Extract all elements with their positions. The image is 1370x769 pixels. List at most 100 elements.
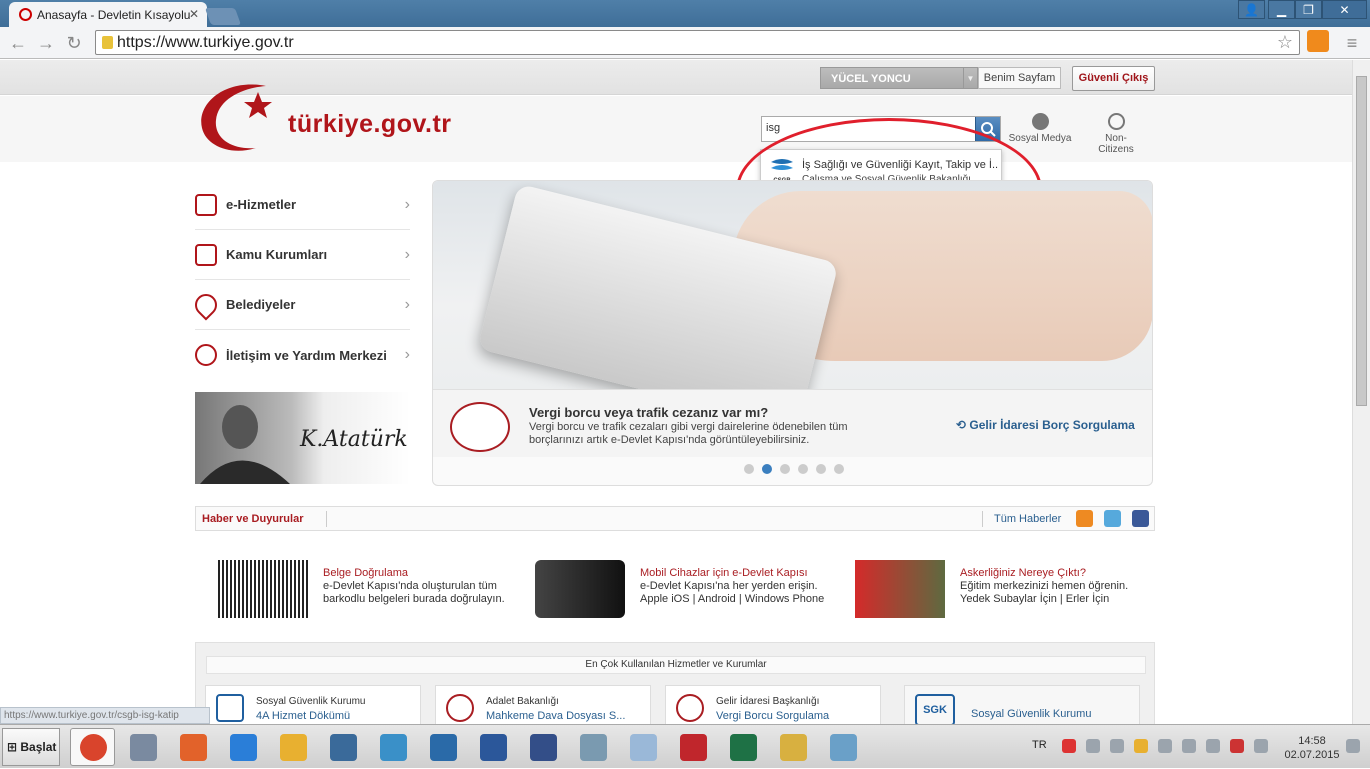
ie-icon — [230, 734, 257, 761]
taskbar-app[interactable] — [70, 728, 115, 766]
cloud-icon[interactable] — [1086, 739, 1100, 753]
tab-close-icon[interactable]: ✕ — [189, 7, 199, 21]
slider-dot[interactable] — [815, 464, 826, 474]
security-icon[interactable] — [1230, 739, 1244, 753]
calculator-icon — [580, 734, 607, 761]
my-page-button[interactable]: Benim Sayfam — [978, 67, 1061, 89]
taskbar-app[interactable] — [770, 728, 815, 766]
slider-dot[interactable] — [833, 464, 844, 474]
ataturk-portrait — [200, 405, 290, 484]
promo-title[interactable]: Belge Doğrulama — [323, 567, 408, 579]
volume-icon[interactable] — [1254, 739, 1268, 753]
user-icon[interactable]: 👤 — [1238, 0, 1265, 19]
close-window-icon[interactable]: ✕ — [1322, 0, 1367, 19]
service-link[interactable]: Vergi Borcu Sorgulama — [716, 710, 829, 722]
main-slider[interactable]: Vergi borcu veya trafik cezanız var mı? … — [432, 180, 1153, 486]
logout-button[interactable]: Güvenli Çıkış — [1072, 66, 1155, 91]
slider-dot[interactable] — [743, 464, 754, 474]
new-tab-button[interactable] — [204, 8, 242, 25]
taskbar-app[interactable] — [620, 728, 665, 766]
taskbar-app[interactable] — [720, 728, 765, 766]
promo-line: Yedek Subaylar İçin | Erler İçin — [960, 593, 1110, 605]
taskbar-app[interactable] — [370, 728, 415, 766]
taskbar-app[interactable] — [820, 728, 865, 766]
language-indicator[interactable]: TR — [1032, 739, 1047, 751]
tools-icon[interactable] — [1182, 739, 1196, 753]
service-card[interactable]: Adalet Bakanlığı Mahkeme Dava Dosyası S.… — [435, 685, 651, 724]
search-value: isg — [766, 122, 781, 134]
taskbar-app[interactable] — [170, 728, 215, 766]
network-share-icon[interactable] — [1110, 739, 1124, 753]
promo-mobil[interactable]: Mobil Cihazlar için e-Devlet Kapısı e-De… — [535, 560, 855, 620]
chrome-tray-icon[interactable] — [1062, 739, 1076, 753]
nav-iletisim[interactable]: İletişim ve Yardım Merkezi › — [195, 330, 410, 380]
promo-askerlik[interactable]: Askerliğiniz Nereye Çıktı? Eğitim merkez… — [855, 560, 1175, 620]
slider-dot[interactable] — [761, 464, 772, 474]
top-services: En Çok Kullanılan Hizmetler ve Kurumlar … — [195, 642, 1155, 724]
rss-icon[interactable] — [1076, 510, 1093, 527]
taskbar-app[interactable] — [570, 728, 615, 766]
nav-label: İletişim ve Yardım Merkezi — [226, 347, 387, 363]
nav-kamu-kurumlari[interactable]: Kamu Kurumları › — [195, 230, 410, 280]
outlook-tray-icon[interactable] — [1134, 739, 1148, 753]
service-card[interactable]: Sosyal Güvenlik Kurumu 4A Hizmet Dökümü — [205, 685, 421, 724]
taskbar-app[interactable] — [270, 728, 315, 766]
service-org: Adalet Bakanlığı — [486, 696, 559, 707]
promo-line: Eğitim merkezinizi hemen öğrenin. — [960, 580, 1129, 592]
notification-icon[interactable] — [1346, 739, 1360, 753]
social-media-link[interactable]: Sosyal Medya — [1008, 113, 1072, 144]
slider-dot[interactable] — [797, 464, 808, 474]
facebook-icon[interactable] — [1132, 510, 1149, 527]
bookmark-star-icon[interactable]: ☆ — [1277, 32, 1293, 53]
scrollbar-thumb[interactable] — [1356, 76, 1367, 406]
slider-dot[interactable] — [779, 464, 790, 474]
featured-org-card[interactable]: SGK Sosyal Güvenlik Kurumu — [904, 685, 1140, 724]
windows-taskbar: ⊞ Başlat TR 14:58 02.07.2015 — [0, 724, 1370, 768]
promo-title[interactable]: Askerliğiniz Nereye Çıktı? — [960, 567, 1086, 579]
address-bar[interactable]: https://www.turkiye.gov.tr ☆ — [95, 30, 1300, 55]
start-button[interactable]: ⊞ Başlat — [2, 728, 60, 766]
flag-icon[interactable] — [1158, 739, 1172, 753]
back-icon[interactable]: ← — [6, 31, 30, 55]
slide-link[interactable]: ⟲ Gelir İdaresi Borç Sorgulama — [956, 418, 1135, 432]
taskbar-app[interactable] — [420, 728, 465, 766]
promo-title[interactable]: Mobil Cihazlar için e-Devlet Kapısı — [640, 567, 808, 579]
service-link[interactable]: Mahkeme Dava Dosyası S... — [486, 710, 625, 722]
extension-icon[interactable] — [1307, 30, 1329, 52]
menu-icon[interactable]: ≡ — [1340, 31, 1364, 55]
taskbar-app[interactable] — [320, 728, 365, 766]
signal-icon[interactable] — [1206, 739, 1220, 753]
slide-link-label: Gelir İdaresi Borç Sorgulama — [969, 418, 1135, 432]
forward-icon[interactable]: → — [34, 31, 58, 55]
taskbar-app[interactable] — [120, 728, 165, 766]
divider — [326, 511, 327, 527]
building-icon — [195, 243, 217, 266]
military-image — [855, 560, 945, 618]
service-card[interactable]: Gelir İdaresi Başkanlığı Vergi Borcu Sor… — [665, 685, 881, 724]
reload-icon[interactable]: ↻ — [62, 31, 86, 55]
promo-belge-dogrulama[interactable]: Belge Doğrulama e-Devlet Kapısı'nda oluş… — [218, 560, 538, 620]
twitter-icon[interactable] — [1104, 510, 1121, 527]
slider-dots — [433, 463, 1152, 477]
taskbar-app[interactable] — [470, 728, 515, 766]
chevron-down-icon[interactable]: ▼ — [963, 68, 977, 88]
clock[interactable]: 14:58 02.07.2015 — [1282, 734, 1342, 762]
nav-belediyeler[interactable]: Belediyeler › — [190, 280, 410, 330]
taskbar-app[interactable] — [670, 728, 715, 766]
slide-description: Vergi borcu ve trafik cezaları gibi verg… — [529, 421, 848, 446]
page-scrollbar[interactable] — [1352, 60, 1370, 724]
all-news-link[interactable]: Tüm Haberler — [994, 513, 1061, 525]
minimize-icon[interactable]: ▁ — [1268, 0, 1295, 19]
service-link[interactable]: 4A Hizmet Dökümü — [256, 710, 350, 722]
site-logo[interactable]: türkiye.gov.tr — [196, 78, 496, 158]
browser-tab[interactable]: Anasayfa - Devletin Kısayolu ✕ — [9, 2, 207, 27]
taskbar-app[interactable] — [220, 728, 265, 766]
user-menu[interactable]: YÜCEL YONCU ▼ — [820, 67, 978, 89]
maximize-icon[interactable]: ❐ — [1295, 0, 1322, 19]
taskbar-app[interactable] — [520, 728, 565, 766]
featured-org-name[interactable]: Sosyal Güvenlik Kurumu — [971, 708, 1091, 720]
nav-e-hizmetler[interactable]: e-Hizmetler › — [195, 180, 410, 230]
non-citizens-link[interactable]: Non-Citizens — [1088, 113, 1144, 155]
left-navigation: e-Hizmetler › Kamu Kurumları › Belediyel… — [190, 180, 410, 380]
monitor-icon — [330, 734, 357, 761]
